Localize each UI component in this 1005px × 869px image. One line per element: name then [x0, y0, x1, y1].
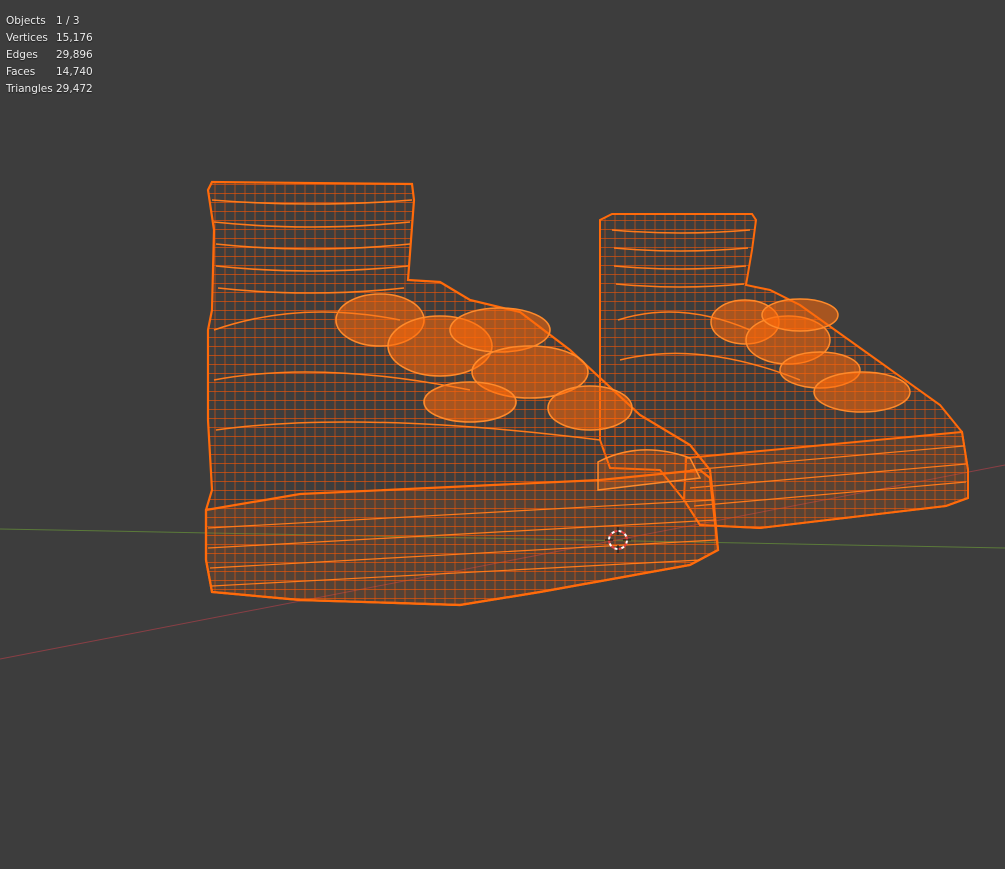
stat-label: Vertices	[6, 32, 48, 44]
stat-value: 1 / 3	[56, 15, 80, 27]
viewport-scene[interactable]	[0, 0, 1005, 869]
stat-triangles: Triangles 29,472	[6, 81, 93, 98]
stat-objects: Objects 1 / 3	[6, 13, 93, 30]
stat-label: Triangles	[6, 83, 53, 95]
stat-vertices: Vertices 15,176	[6, 30, 93, 47]
stat-edges: Edges 29,896	[6, 47, 93, 64]
stat-label: Faces	[6, 66, 36, 78]
3d-viewport[interactable]: Objects 1 / 3 Vertices 15,176 Edges 29,8…	[0, 0, 1005, 869]
stat-label: Edges	[6, 49, 38, 61]
stat-value: 14,740	[56, 66, 93, 78]
stat-label: Objects	[6, 15, 46, 27]
stat-value: 15,176	[56, 32, 93, 44]
stat-faces: Faces 14,740	[6, 64, 93, 81]
scene-statistics-overlay: Objects 1 / 3 Vertices 15,176 Edges 29,8…	[6, 13, 93, 98]
stat-value: 29,472	[56, 83, 93, 95]
stat-value: 29,896	[56, 49, 93, 61]
